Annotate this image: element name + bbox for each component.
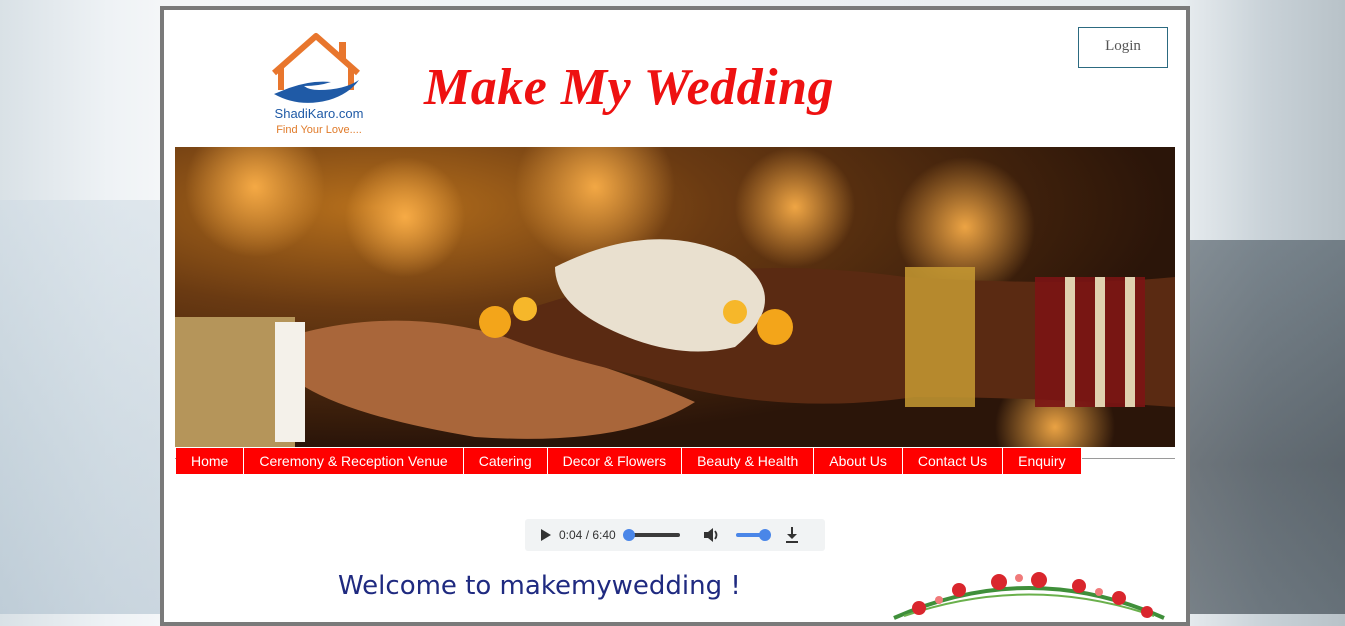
background-left [0, 200, 160, 614]
audio-time: 0:04 / 6:40 [559, 528, 616, 542]
nav-item-beauty-health[interactable]: Beauty & Health [682, 448, 815, 474]
login-button[interactable]: Login [1078, 27, 1168, 68]
volume-icon[interactable] [702, 526, 720, 544]
audio-player: 0:04 / 6:40 [525, 519, 825, 551]
nav-item-about-us[interactable]: About Us [814, 448, 903, 474]
nav-item-enquiry[interactable]: Enquiry [1003, 448, 1082, 474]
nav-item-contact-us[interactable]: Contact Us [902, 448, 1004, 474]
nav-item-home[interactable]: Home [176, 448, 245, 474]
flower-garland-image [893, 572, 1165, 620]
audio-time-separator: / [582, 528, 593, 542]
welcome-heading: Welcome to makemywedding ! [338, 571, 741, 601]
nav-item-catering[interactable]: Catering [463, 448, 548, 474]
logo-name: ShadiKaro.com [274, 106, 364, 121]
page-container: ShadiKaro.com Find Your Love.... Make My… [160, 6, 1190, 626]
play-icon[interactable] [537, 527, 553, 543]
seek-knob[interactable] [622, 529, 635, 541]
wedding-banner-image [175, 147, 1175, 447]
audio-seek-slider[interactable] [622, 529, 680, 541]
nav-item-ceremony-reception-venue[interactable]: Ceremony & Reception Venue [244, 448, 464, 474]
site-title: Make My Wedding [424, 59, 835, 116]
download-icon[interactable] [784, 526, 800, 544]
site-logo[interactable]: ShadiKaro.com Find Your Love.... [259, 28, 379, 143]
audio-duration: 6:40 [592, 528, 616, 542]
audio-current-time: 0:04 [559, 528, 583, 542]
volume-knob[interactable] [758, 529, 771, 541]
logo-tagline: Find Your Love.... [276, 124, 362, 136]
nav-item-decor-flowers[interactable]: Decor & Flowers [547, 448, 683, 474]
main-nav: Home Ceremony & Reception Venue Catering… [176, 448, 1082, 474]
background-right [1190, 240, 1345, 614]
volume-slider[interactable] [735, 529, 771, 541]
house-hand-logo-icon [272, 33, 360, 103]
banner-art [175, 147, 1175, 447]
